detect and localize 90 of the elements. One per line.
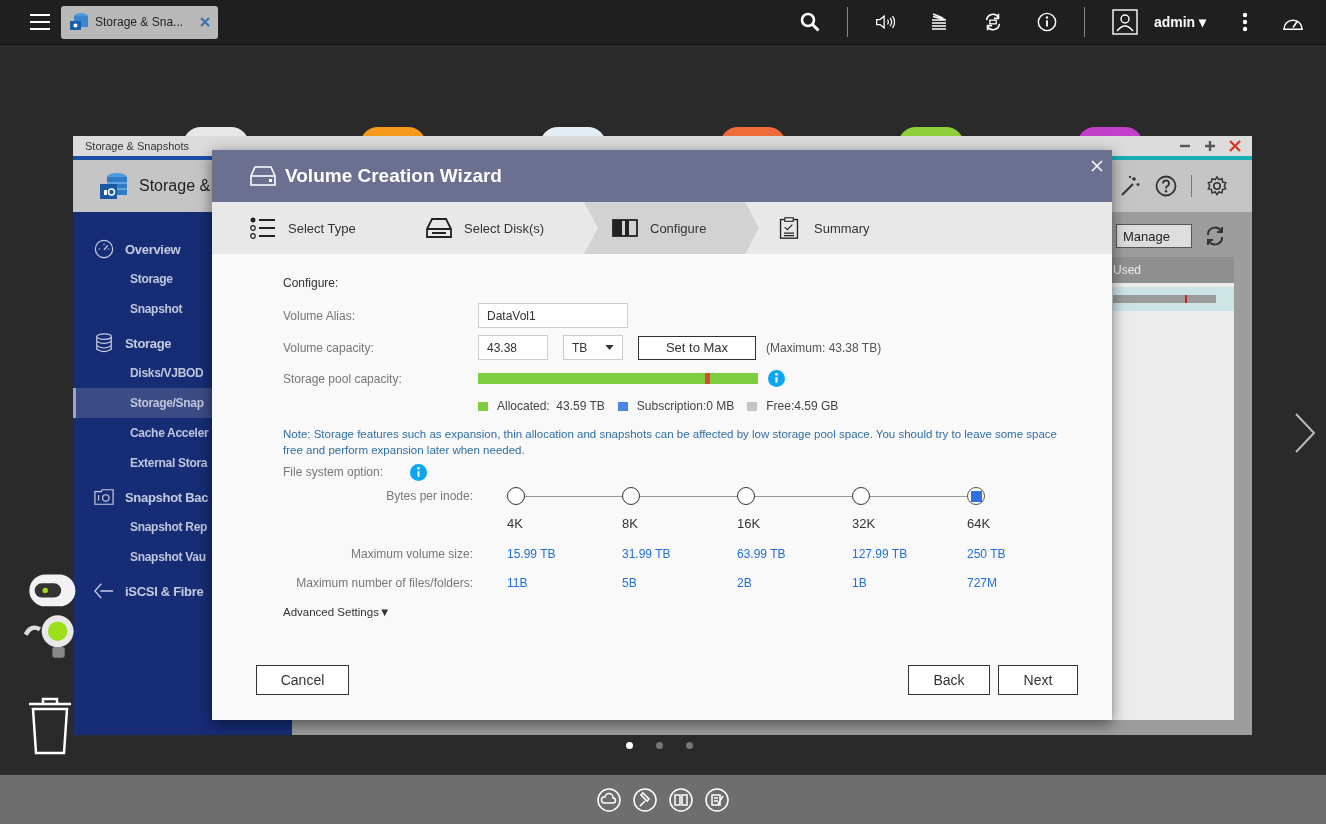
settings-icon[interactable]	[1206, 175, 1228, 197]
window-title: Storage & Snapshots	[85, 140, 189, 152]
section-label: Snapshot Bac	[125, 489, 209, 505]
search-icon[interactable]	[799, 12, 820, 32]
speaker-icon[interactable]	[874, 12, 895, 32]
cloud-icon[interactable]	[597, 787, 621, 812]
table-value: 1B	[852, 575, 868, 592]
option-label: 8K	[622, 515, 639, 533]
radio-button[interactable]	[967, 487, 985, 505]
wizard-step[interactable]: Select Disk(s)	[398, 202, 584, 254]
table-value: 127.99 TB	[852, 546, 909, 563]
list-icon	[250, 217, 276, 239]
database-icon	[69, 12, 89, 32]
page-dot[interactable]	[656, 742, 663, 749]
columns-icon	[612, 217, 638, 239]
radio-button[interactable]	[852, 487, 870, 505]
sidebar-section[interactable]: iSCSI & Fibre	[73, 576, 292, 606]
radio-button[interactable]	[507, 487, 525, 505]
app-title: Storage &	[139, 177, 211, 195]
dialog-title: Volume Creation Wizard	[285, 165, 502, 187]
section-label: Overview	[125, 241, 181, 257]
option-label: 4K	[507, 515, 524, 533]
wizard-step[interactable]: Configure	[584, 202, 759, 254]
field-label: Volume Alias:	[283, 308, 357, 323]
sidebar-section[interactable]: Snapshot Bac	[73, 482, 292, 512]
app-tab[interactable]: Storage & Sna...	[61, 5, 218, 39]
page-dot[interactable]	[686, 742, 693, 749]
table-value: 11B	[507, 575, 529, 592]
table-value: 15.99 TB	[507, 546, 557, 563]
option-label: 32K	[852, 515, 877, 533]
advanced-settings-link[interactable]: Advanced Settings▼	[283, 606, 391, 618]
section-label: Storage	[125, 335, 172, 351]
table-value: 31.99 TB	[622, 546, 672, 563]
field-label: Maximum volume size:	[349, 546, 474, 563]
table-value: 5B	[622, 575, 638, 592]
field-label: Storage pool capacity:	[283, 371, 403, 386]
capacity-field[interactable]: 43.38	[478, 335, 548, 360]
trash-icon[interactable]	[27, 696, 73, 756]
option-label: 16K	[737, 515, 762, 533]
help-icon[interactable]	[1155, 175, 1177, 197]
caret-icon	[605, 345, 614, 350]
radio-button[interactable]	[622, 487, 640, 505]
wand-icon[interactable]	[1119, 175, 1141, 197]
next-button[interactable]: Next	[998, 665, 1078, 695]
refresh-icon[interactable]	[1204, 225, 1226, 247]
field-label: File system option:	[283, 465, 384, 479]
note-icon[interactable]	[705, 787, 729, 812]
manage-button[interactable]: Manage	[1116, 224, 1192, 248]
next-page-icon[interactable]	[1294, 412, 1316, 454]
info-icon[interactable]	[1036, 12, 1057, 32]
legend-label: Subscription:0 MB	[636, 399, 735, 413]
section-label: iSCSI & Fibre	[125, 583, 204, 599]
legend-label: Free:4.59 GB	[766, 399, 839, 413]
field-label: Bytes per inode:	[385, 488, 474, 505]
table-value: 250 TB	[967, 546, 1007, 563]
option-label: 64K	[967, 515, 992, 533]
table-value: 2B	[737, 575, 753, 592]
table-value: 727M	[967, 575, 999, 592]
drive-icon	[250, 166, 276, 186]
maximize-icon[interactable]	[1204, 140, 1216, 152]
legend-label: Allocated: 43.59 TB	[497, 399, 605, 413]
maximum-text: (Maximum: 43.38 TB)	[766, 340, 882, 355]
book-icon[interactable]	[669, 787, 693, 812]
more-icon[interactable]	[1242, 12, 1248, 32]
menu-icon[interactable]	[30, 14, 50, 30]
wizard-step[interactable]: Summary	[759, 202, 870, 254]
section-title: Configure:	[283, 276, 339, 290]
set-to-max-button[interactable]: Set to Max	[638, 335, 756, 360]
back-button[interactable]: Back	[908, 665, 990, 695]
connector-icon	[94, 581, 114, 601]
gauge-icon	[94, 239, 114, 259]
user-icon[interactable]	[1111, 9, 1138, 35]
field-label: Volume capacity:	[283, 340, 375, 355]
field-label: Maximum number of files/folders:	[295, 575, 474, 592]
close-icon[interactable]	[200, 17, 210, 27]
tab-label: Storage & Sna...	[95, 15, 184, 29]
alias-field[interactable]: DataVol1	[478, 303, 628, 328]
database-icon	[94, 333, 114, 353]
note-text: Note: Storage features such as expansion, thin allocation and snapshots can be affected by low storage pool space. You should try to leave some space free and perform expansion later when needed.	[283, 427, 1058, 458]
unit-dropdown[interactable]: TB	[563, 335, 623, 360]
hammer-icon[interactable]	[633, 787, 657, 812]
radio-button[interactable]	[737, 487, 755, 505]
user-menu[interactable]: admin ▾	[1147, 14, 1212, 30]
page-dot[interactable]	[626, 742, 633, 749]
database-icon	[99, 171, 129, 201]
drive-icon	[426, 217, 452, 239]
table-value: 63.99 TB	[737, 546, 787, 563]
close-icon[interactable]	[1229, 140, 1241, 152]
camera-icon	[94, 487, 114, 507]
cancel-button[interactable]: Cancel	[256, 665, 349, 695]
